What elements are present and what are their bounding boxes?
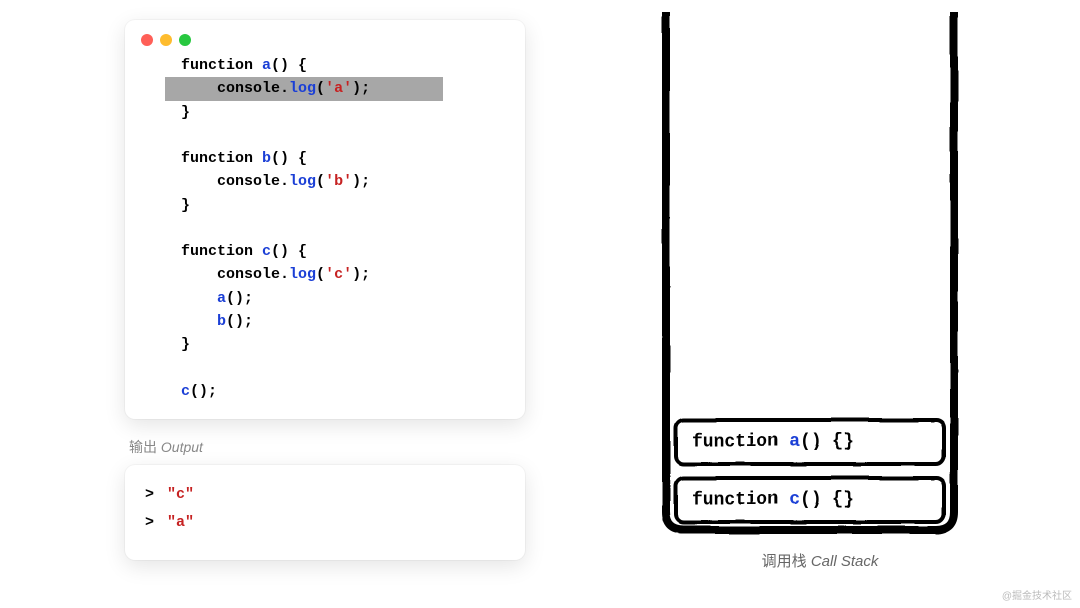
traffic-lights <box>125 20 525 54</box>
code-window: function a() { console.log('a');} functi… <box>125 20 525 419</box>
stack-frame: function c() {} <box>674 476 946 524</box>
code-token: } <box>181 104 190 121</box>
stack-frame-suffix: () {} <box>800 490 854 510</box>
code-token <box>181 127 190 144</box>
code-token: c <box>262 243 271 260</box>
output-line: > "c" <box>145 481 505 509</box>
code-line <box>125 217 525 240</box>
code-token: 'c' <box>325 266 352 283</box>
code-line-highlighted: console.log('a'); <box>165 77 443 100</box>
code-line: } <box>125 333 525 356</box>
code-token: } <box>181 336 190 353</box>
code-token: ); <box>352 80 370 97</box>
code-token: 'b' <box>325 173 352 190</box>
code-token: b <box>217 313 226 330</box>
call-stack-panel: function a() {}function c() {} 调用栈 Call … <box>660 12 980 571</box>
stack-frame-keyword: function <box>692 432 789 452</box>
code-line: b(); <box>125 310 525 333</box>
watermark: @掘金技术社区 <box>1002 587 1072 602</box>
code-token: function <box>181 150 262 167</box>
output-value: "c" <box>158 486 194 503</box>
code-token: () { <box>271 57 307 74</box>
output-value: "a" <box>158 514 194 531</box>
stack-frame: function a() {} <box>674 418 946 466</box>
output-label-en: Output <box>161 439 203 455</box>
code-token: } <box>181 197 190 214</box>
stack-frame-suffix: () {} <box>800 432 854 452</box>
code-token <box>181 220 190 237</box>
output-window: > "c"> "a" <box>125 465 525 561</box>
code-token <box>181 359 190 376</box>
output-prompt: > <box>145 514 154 531</box>
code-token: b <box>262 150 271 167</box>
call-stack-label-en: Call Stack <box>811 553 879 570</box>
maximize-icon <box>179 34 191 46</box>
code-line: } <box>125 194 525 217</box>
close-icon <box>141 34 153 46</box>
code-line: console.log('c'); <box>125 263 525 286</box>
code-token: ); <box>352 266 370 283</box>
code-token: ( <box>316 173 325 190</box>
code-token: 'a' <box>325 80 352 97</box>
code-token: a <box>262 57 271 74</box>
code-token: c <box>181 383 190 400</box>
code-line: function c() { <box>125 240 525 263</box>
code-line <box>125 124 525 147</box>
code-line: console.log('b'); <box>125 170 525 193</box>
code-token: ); <box>352 173 370 190</box>
call-stack-label: 调用栈 Call Stack <box>660 550 980 571</box>
output-line: > "a" <box>145 509 505 537</box>
code-line <box>125 356 525 379</box>
code-token: (); <box>226 313 253 330</box>
code-token: () { <box>271 243 307 260</box>
code-body: function a() { console.log('a');} functi… <box>125 54 525 403</box>
code-token: function <box>181 243 262 260</box>
code-token <box>181 290 217 307</box>
code-token: log <box>289 80 316 97</box>
stack-frame-fn-name: c <box>789 490 800 510</box>
code-token: console. <box>181 266 289 283</box>
code-line: a(); <box>125 287 525 310</box>
stack-frame-keyword: function <box>692 490 789 510</box>
left-column: function a() { console.log('a');} functi… <box>125 20 525 560</box>
code-token: a <box>217 290 226 307</box>
code-token: function <box>181 57 262 74</box>
call-stack-container: function a() {}function c() {} <box>660 12 960 536</box>
code-line: function b() { <box>125 147 525 170</box>
output-label-cn: 输出 <box>129 439 157 455</box>
code-token: ( <box>316 80 325 97</box>
call-stack-label-cn: 调用栈 <box>762 553 807 570</box>
code-token: () { <box>271 150 307 167</box>
code-token: (); <box>226 290 253 307</box>
code-line: } <box>125 101 525 124</box>
code-token: console. <box>181 173 289 190</box>
call-stack-items: function a() {}function c() {} <box>674 418 946 524</box>
code-line: function a() { <box>125 54 525 77</box>
minimize-icon <box>160 34 172 46</box>
code-line: c(); <box>125 380 525 403</box>
code-token: console. <box>181 80 289 97</box>
output-label: 输出 Output <box>129 437 525 457</box>
output-prompt: > <box>145 486 154 503</box>
stack-frame-fn-name: a <box>789 432 800 452</box>
code-token <box>181 313 217 330</box>
code-token: log <box>289 173 316 190</box>
code-token: log <box>289 266 316 283</box>
code-token: ( <box>316 266 325 283</box>
code-token: (); <box>190 383 217 400</box>
